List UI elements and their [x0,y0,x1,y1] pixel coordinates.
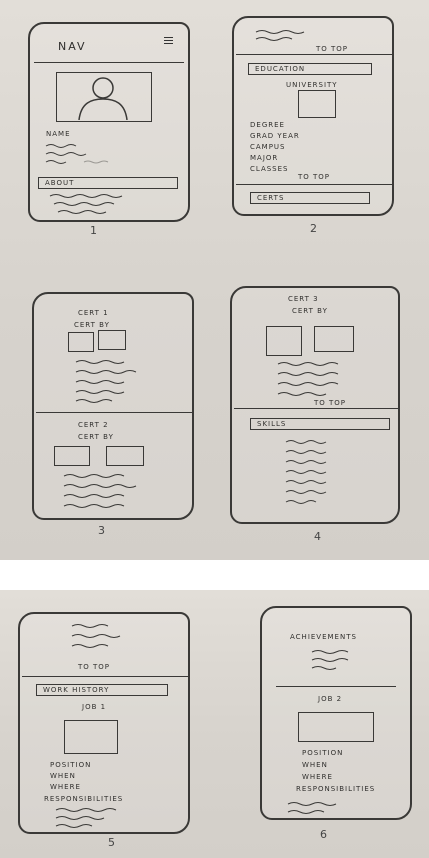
field-degree: DEGREE [250,121,285,129]
wireframe-6: ACHIEVEMENTS JOB 2 POSITION WHEN WHERE R… [260,606,412,820]
job2-label: JOB 2 [318,695,343,703]
section-divider [234,408,398,409]
about-label: ABOUT [45,179,75,187]
job1-label: JOB 1 [82,703,107,711]
name-label: NAME [46,130,71,138]
education-label: EDUCATION [255,65,306,73]
section-divider [236,54,392,55]
cert2-by-label: CERT BY [78,433,114,441]
field-when: WHEN [50,772,76,780]
photo-gap [0,560,429,590]
to-top-link[interactable]: TO TOP [314,398,346,408]
job1-image-placeholder [64,720,118,754]
frame-number-4: 4 [314,530,321,543]
frame-number-5: 5 [108,836,115,849]
field-where: WHERE [302,773,333,781]
about-bar: ABOUT [38,177,178,189]
person-icon [78,77,128,121]
achievements-label: ACHIEVEMENTS [290,633,357,641]
section-divider [276,686,396,687]
cert1-label: CERT 1 [78,309,109,317]
section-divider [22,676,188,677]
cert3-by-label: CERT BY [292,307,328,315]
skills-bar: SKILLS [250,418,390,430]
profile-photo-placeholder [56,72,152,122]
job2-scribbles [287,802,337,814]
skills-scribbles [285,440,327,504]
university-logo-placeholder [298,90,336,118]
wireframe-1: NAV NAME ABOUT [28,22,190,222]
cert2-image-left [54,446,90,466]
top-scribbles [71,624,121,648]
to-top-link-2[interactable]: TO TOP [298,172,330,182]
cert3-scribbles [277,362,339,396]
field-responsibilities: RESPONSIBILITIES [44,795,124,803]
skills-label: SKILLS [257,420,287,428]
certs-bar: CERTS [250,192,370,204]
frame-number-1: 1 [90,224,97,237]
job2-image-placeholder [298,712,374,742]
nav-label: NAV [58,40,87,53]
cert1-by-label: CERT BY [74,321,110,329]
cert3-image-right [314,326,354,352]
name-scribbles [45,144,109,164]
work-history-bar: WORK HISTORY [36,684,168,696]
frame-number-6: 6 [320,828,327,841]
field-responsibilities: RESPONSIBILITIES [296,785,376,793]
university-label: UNIVERSITY [286,81,338,89]
cert1-image-right [98,330,126,350]
about-scribbles [49,194,123,214]
cert1-scribbles [75,360,137,403]
frame-number-3: 3 [98,524,105,537]
to-top-link[interactable]: TO TOP [78,662,110,672]
wireframe-2: TO TOP EDUCATION UNIVERSITY DEGREE GRAD … [232,16,394,216]
cert2-image-right [106,446,144,466]
field-where: WHERE [50,783,81,791]
top-scribbles [255,30,305,41]
job1-scribbles [55,808,117,828]
section-divider [36,412,192,413]
cert1-image-left [68,332,94,352]
education-bar: EDUCATION [248,63,372,75]
field-major: MAJOR [250,154,279,162]
frame-number-2: 2 [310,222,317,235]
hamburger-menu-icon [164,37,173,45]
section-divider-2 [236,184,392,185]
field-position: POSITION [50,761,92,769]
achievements-scribbles [311,650,349,670]
field-classes: CLASSES [250,165,289,173]
certs-label: CERTS [257,194,285,202]
field-position: POSITION [302,749,344,757]
cert3-label: CERT 3 [288,295,319,303]
field-when: WHEN [302,761,328,769]
cert3-image-left [266,326,302,356]
field-grad-year: GRAD YEAR [250,132,300,140]
wireframe-4: CERT 3 CERT BY TO TOP SKILLS [230,286,400,524]
nav-divider [34,62,184,63]
field-campus: CAMPUS [250,143,286,151]
cert2-scribbles [63,474,137,508]
work-history-label: WORK HISTORY [43,686,110,694]
to-top-link[interactable]: TO TOP [316,44,348,54]
wireframe-5: TO TOP WORK HISTORY JOB 1 POSITION WHEN … [18,612,190,834]
cert2-label: CERT 2 [78,421,109,429]
wireframe-3: CERT 1 CERT BY CERT 2 CERT BY [32,292,194,520]
